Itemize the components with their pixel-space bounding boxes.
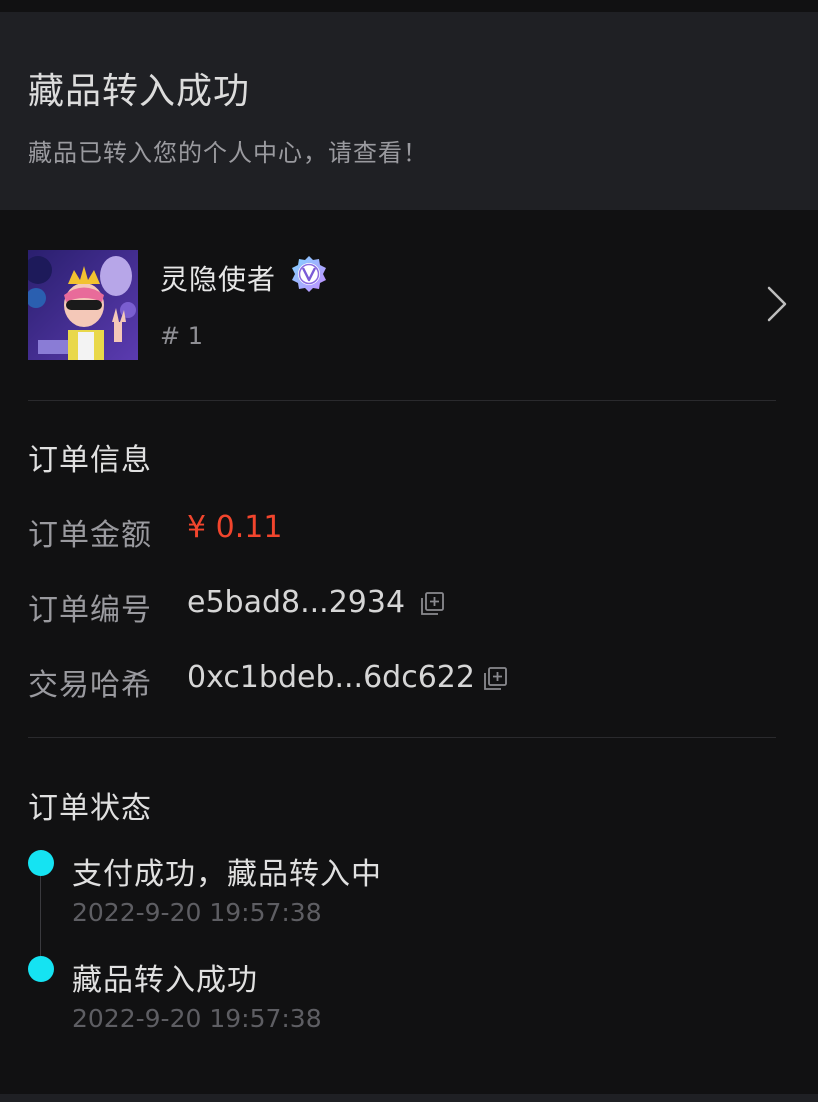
tx-hash-value: 0xc1bdeb...6dc622 <box>187 660 475 695</box>
status-step-title: 藏品转入成功 <box>72 963 258 998</box>
verified-badge-icon <box>292 256 326 292</box>
chevron-right-icon[interactable] <box>764 284 790 324</box>
bottom-strip <box>0 1094 818 1102</box>
collectible-number: # 1 <box>160 322 204 350</box>
order-status-title: 订单状态 <box>28 791 152 826</box>
collectible-name: 灵隐使者 <box>160 263 277 296</box>
status-step-title: 支付成功，藏品转入中 <box>72 857 382 892</box>
divider <box>28 400 776 401</box>
banner-subtitle: 藏品已转入您的个人中心，请查看！ <box>28 139 428 167</box>
copy-tx-hash-icon[interactable] <box>482 666 508 692</box>
divider <box>28 737 776 738</box>
timeline-line <box>40 870 41 970</box>
tx-hash-label: 交易哈希 <box>28 668 152 703</box>
order-number-label: 订单编号 <box>28 593 152 628</box>
copy-order-number-icon[interactable] <box>419 591 445 617</box>
collectible-thumbnail <box>28 250 138 360</box>
timeline-dot <box>28 956 54 982</box>
page: 藏品转入成功 藏品已转入您的个人中心，请查看！ 灵隐使者 # 1 订单信息 订单… <box>0 0 818 1102</box>
banner-title: 藏品转入成功 <box>28 71 251 112</box>
status-step-time: 2022-9-20 19:57:38 <box>72 898 322 927</box>
top-strip <box>0 0 818 12</box>
order-info-title: 订单信息 <box>28 443 152 478</box>
success-banner: 藏品转入成功 藏品已转入您的个人中心，请查看！ <box>0 12 818 210</box>
order-amount-label: 订单金额 <box>28 518 152 553</box>
timeline-dot <box>28 850 54 876</box>
status-step-time: 2022-9-20 19:57:38 <box>72 1004 322 1033</box>
collectible-item-row[interactable]: 灵隐使者 # 1 <box>28 250 790 360</box>
order-amount-value: ¥ 0.11 <box>187 510 283 545</box>
order-number-value: e5bad8...2934 <box>187 585 406 620</box>
